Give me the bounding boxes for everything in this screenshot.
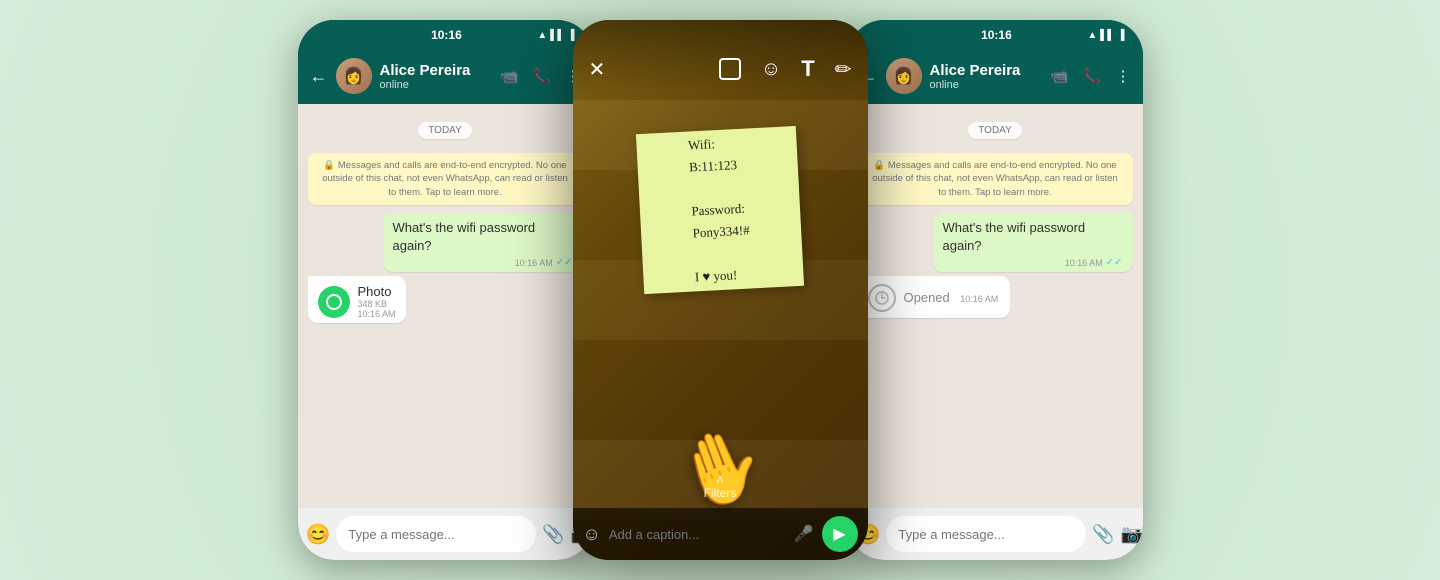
status-icons-right: ▲ ▌▌ ▐ — [1087, 30, 1124, 41]
filters-chevron: ∧ — [577, 472, 864, 486]
signal-icon-right: ▌▌ — [1100, 30, 1114, 41]
caption-input[interactable] — [609, 527, 786, 542]
viewer-input-bar: ☺ 🎤 ▶ — [573, 508, 868, 560]
sticky-note: Wifi:B:11:123Password:Pony334!#I ♥ you! — [636, 126, 804, 294]
crop-icon-viewer[interactable] — [719, 58, 741, 80]
photo-label-left: Photo — [358, 284, 396, 299]
video-icon-left[interactable]: 📹 — [500, 67, 519, 85]
draw-icon-viewer[interactable]: ✏ — [835, 57, 852, 82]
avatar-img-right: 👩 — [886, 58, 922, 94]
sent-message-right: What's the wifi password again? 10:16 AM… — [933, 213, 1133, 272]
call-icon-right[interactable]: 📞 — [1083, 67, 1102, 85]
attach-btn-left[interactable]: 📎 — [542, 524, 564, 545]
photo-time-left: 10:16 AM — [358, 309, 396, 319]
contact-status-left: online — [380, 79, 493, 91]
sent-message-time-right: 10:16 AM — [1065, 258, 1103, 268]
date-pill-left: TODAY — [418, 122, 472, 139]
video-icon-right[interactable]: 📹 — [1050, 67, 1069, 85]
photo-bubble-info-left: Photo 348 KB 10:16 AM — [358, 284, 396, 319]
sent-message-meta-left: 10:16 AM ✓✓ — [393, 257, 573, 268]
attach-btn-right[interactable]: 📎 — [1092, 524, 1114, 545]
battery-icon-right: ▐ — [1117, 30, 1124, 41]
phones-container: 10:16 ▲ ▌▌ ▐ ← 👩 Alice Pereira online — [298, 20, 1143, 560]
message-input-right[interactable] — [886, 516, 1086, 552]
contact-name-right: Alice Pereira — [930, 62, 1043, 79]
opened-info-right: Opened 10:16 AM — [904, 289, 999, 307]
input-bar-right: 😊 📎 📷 🎤 — [848, 508, 1143, 560]
header-actions-right: 📹 📞 ⋮ — [1050, 67, 1130, 85]
wifi-icon-right: ▲ — [1087, 30, 1097, 41]
avatar-right: 👩 — [886, 58, 922, 94]
status-time-left: 10:16 — [431, 28, 462, 42]
photo-size-left: 348 KB — [358, 299, 396, 309]
viewer-toolbar-left: ✕ — [589, 57, 606, 82]
emoji-icon-viewer[interactable]: ☺ — [761, 58, 781, 81]
phone-right: 10:16 ▲ ▌▌ ▐ ← 👩 Alice Pereira online — [848, 20, 1143, 560]
phone-left-screen: 10:16 ▲ ▌▌ ▐ ← 👩 Alice Pereira online — [298, 20, 593, 560]
timer-svg — [874, 290, 890, 306]
chat-header-left: ← 👩 Alice Pereira online 📹 📞 ⋮ — [298, 48, 593, 104]
encryption-text-left: 🔒 Messages and calls are end-to-end encr… — [322, 160, 568, 198]
sent-message-time-left: 10:16 AM — [515, 258, 553, 268]
header-actions-left: 📹 📞 ⋮ — [500, 67, 580, 85]
status-time-right: 10:16 — [981, 28, 1012, 42]
more-icon-right[interactable]: ⋮ — [1116, 67, 1131, 85]
chat-header-right: ← 👩 Alice Pereira online 📹 📞 ⋮ — [848, 48, 1143, 104]
viewer-toolbar-right: ☺ T ✏ — [719, 56, 852, 82]
close-icon-viewer[interactable]: ✕ — [589, 57, 606, 82]
sticky-note-text: Wifi:B:11:123Password:Pony334!#I ♥ you! — [687, 131, 752, 288]
sent-message-meta-right: 10:16 AM ✓✓ — [943, 257, 1123, 268]
status-bar-left: 10:16 ▲ ▌▌ ▐ — [298, 20, 593, 48]
wifi-icon-left: ▲ — [537, 30, 547, 41]
photo-bubble-left[interactable]: Photo 348 KB 10:16 AM — [308, 276, 406, 323]
contact-status-right: online — [930, 79, 1043, 91]
signal-icon-left: ▌▌ — [550, 30, 564, 41]
sent-message-left: What's the wifi password again? 10:16 AM… — [383, 213, 583, 272]
encryption-text-right: 🔒 Messages and calls are end-to-end encr… — [872, 160, 1118, 198]
check-marks-left: ✓✓ — [556, 257, 573, 268]
photo-icon-circle-left — [318, 286, 350, 318]
date-divider-left: TODAY — [308, 120, 583, 139]
avatar-img-left: 👩 — [336, 58, 372, 94]
chat-area-left: TODAY 🔒 Messages and calls are end-to-en… — [298, 104, 593, 508]
sent-message-text-left: What's the wifi password again? — [393, 219, 573, 255]
message-input-left[interactable] — [336, 516, 536, 552]
status-bar-right: 10:16 ▲ ▌▌ ▐ — [848, 20, 1143, 48]
chat-area-right: TODAY 🔒 Messages and calls are end-to-en… — [848, 104, 1143, 508]
send-button[interactable]: ▶ — [822, 516, 858, 552]
input-bar-left: 😊 📎 📷 🎤 — [298, 508, 593, 560]
date-pill-right: TODAY — [968, 122, 1022, 139]
viewer-emoji-btn[interactable]: ☺ — [583, 524, 601, 545]
status-icons-left: ▲ ▌▌ ▐ — [537, 30, 574, 41]
back-button-left[interactable]: ← — [310, 66, 328, 87]
check-marks-right: ✓✓ — [1106, 257, 1123, 268]
call-icon-left[interactable]: 📞 — [533, 67, 552, 85]
photo-icon-inner-left — [326, 294, 342, 310]
opened-time-right: 10:16 AM — [960, 294, 998, 304]
contact-info-left: Alice Pereira online — [380, 62, 493, 91]
opened-bubble-right: Opened 10:16 AM — [858, 276, 1011, 318]
photo-viewer: ✕ ☺ T ✏ Wifi:B:11:123Password:Pony334!#I… — [573, 20, 868, 560]
emoji-btn-left[interactable]: 😊 — [306, 522, 331, 547]
sent-message-text-right: What's the wifi password again? — [943, 219, 1123, 255]
encryption-notice-right: 🔒 Messages and calls are end-to-end encr… — [858, 153, 1133, 205]
contact-info-right: Alice Pereira online — [930, 62, 1043, 91]
viewer-mic-btn[interactable]: 🎤 — [794, 524, 814, 544]
camera-btn-right[interactable]: 📷 — [1121, 524, 1143, 545]
phone-middle: ✕ ☺ T ✏ Wifi:B:11:123Password:Pony334!#I… — [573, 20, 868, 560]
viewer-toolbar: ✕ ☺ T ✏ — [573, 20, 868, 94]
encryption-notice-left: 🔒 Messages and calls are end-to-end encr… — [308, 153, 583, 205]
opened-label-right: Opened — [904, 290, 950, 305]
phone-right-screen: 10:16 ▲ ▌▌ ▐ ← 👩 Alice Pereira online — [848, 20, 1143, 560]
send-icon: ▶ — [833, 524, 845, 544]
filters-label: Filters — [577, 486, 864, 500]
contact-name-left: Alice Pereira — [380, 62, 493, 79]
avatar-left: 👩 — [336, 58, 372, 94]
date-divider-right: TODAY — [858, 120, 1133, 139]
phone-left: 10:16 ▲ ▌▌ ▐ ← 👩 Alice Pereira online — [298, 20, 593, 560]
opened-icon-right — [868, 284, 896, 312]
filters-section[interactable]: ∧ Filters — [573, 468, 868, 504]
text-icon-viewer[interactable]: T — [801, 56, 814, 82]
